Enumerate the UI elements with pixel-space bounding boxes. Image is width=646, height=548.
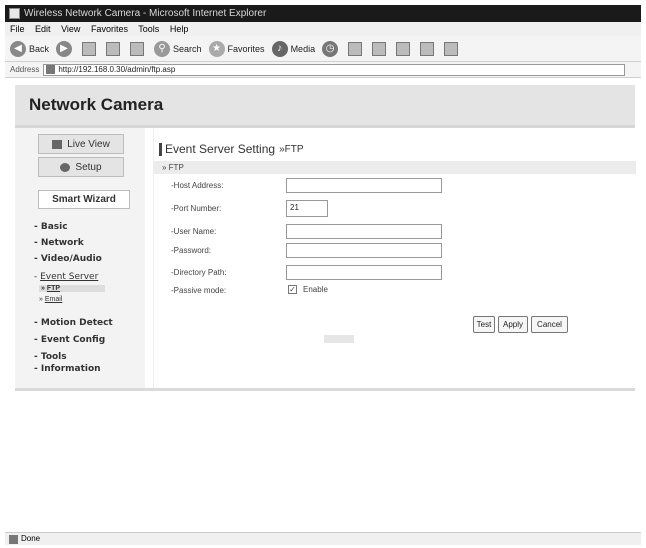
ie-icon — [9, 8, 20, 19]
refresh-button[interactable] — [106, 41, 123, 56]
menu-tools[interactable]: Tools — [138, 24, 159, 34]
page-status-icon — [9, 534, 18, 544]
status-bar: Done — [5, 532, 641, 545]
window-titlebar: Wireless Network Camera - Microsoft Inte… — [5, 5, 641, 22]
host-address-input[interactable] — [286, 178, 442, 193]
nav-basic[interactable]: - Basic — [34, 222, 68, 232]
media-icon: ♪ — [271, 40, 288, 57]
cancel-button[interactable]: Cancel — [531, 316, 568, 333]
status-text: Done — [21, 534, 41, 543]
content-bottom-divider — [15, 388, 635, 391]
mail-button[interactable] — [348, 41, 365, 56]
brand-title: Network Camera — [29, 95, 164, 114]
user-name-label: -User Name: — [171, 227, 217, 236]
passive-mode-label: -Passive mode: — [171, 286, 227, 295]
passive-enable-label: Enable — [303, 285, 328, 294]
discuss-button[interactable] — [420, 41, 437, 56]
nav-ftp[interactable]: » FTP — [39, 285, 105, 292]
home-button[interactable] — [130, 41, 147, 56]
search-button[interactable]: ⚲ Search — [154, 40, 202, 57]
directory-path-label: -Directory Path: — [171, 268, 227, 277]
address-url: http://192.168.0.30/admin/ftp.asp — [58, 64, 176, 74]
nav-network[interactable]: - Network — [34, 238, 84, 248]
port-number-label: -Port Number: — [171, 204, 222, 213]
messenger-icon — [444, 41, 459, 56]
menu-help[interactable]: Help — [170, 24, 189, 34]
address-bar: Address http://192.168.0.30/admin/ftp.as… — [5, 62, 641, 78]
menu-file[interactable]: File — [10, 24, 25, 34]
address-input[interactable]: http://192.168.0.30/admin/ftp.asp — [43, 63, 626, 76]
print-icon — [372, 41, 387, 56]
host-address-label: -Host Address: — [171, 181, 224, 190]
menu-edit[interactable]: Edit — [35, 24, 51, 34]
page-header: Network Camera — [15, 85, 635, 125]
menu-view[interactable]: View — [61, 24, 80, 34]
forward-arrow-icon: ▶ — [56, 40, 73, 57]
media-button[interactable]: ♪ Media — [271, 40, 315, 57]
page-icon — [46, 65, 56, 74]
address-label: Address — [10, 64, 40, 74]
checkbox-check-icon: ✓ — [288, 285, 297, 294]
password-label: -Password: — [171, 246, 212, 255]
nav-event-server[interactable]: - Event Server — [34, 272, 98, 282]
browser-toolbar: ◀ Back ▶ ⚲ Search ★ Favorites ♪ Media ◷ — [5, 36, 641, 62]
apply-button[interactable]: Apply — [498, 316, 528, 333]
edit-icon — [396, 41, 411, 56]
title-marker — [159, 142, 162, 156]
history-icon: ◷ — [322, 40, 339, 57]
live-view-button[interactable]: Live View — [38, 134, 124, 154]
port-number-input[interactable]: 21 — [286, 200, 328, 217]
print-button[interactable] — [372, 41, 389, 56]
history-button[interactable]: ◷ — [322, 40, 341, 57]
passive-mode-checkbox[interactable]: ✓ Enable — [288, 285, 328, 294]
ftp-section-header: » FTP — [154, 161, 636, 174]
star-icon: ★ — [208, 40, 225, 57]
directory-path-input[interactable] — [286, 265, 442, 280]
back-button[interactable]: ◀ Back — [10, 40, 49, 57]
user-name-input[interactable] — [286, 224, 442, 239]
search-icon: ⚲ — [154, 40, 171, 57]
stop-button[interactable] — [82, 41, 99, 56]
edit-button[interactable] — [396, 41, 413, 56]
back-arrow-icon: ◀ — [10, 40, 26, 57]
page-title: Event Server Setting »FTP — [159, 142, 304, 156]
password-input[interactable] — [286, 243, 442, 258]
sidebar: Live View Setup Smart Wizard - Basic - N… — [15, 128, 145, 388]
messenger-button[interactable] — [444, 41, 461, 56]
nav-tools[interactable]: - Tools — [34, 352, 67, 362]
stop-icon — [82, 41, 97, 56]
nav-email[interactable]: » Email — [39, 296, 62, 303]
nav-motion-detect[interactable]: - Motion Detect — [34, 318, 113, 328]
home-icon — [130, 41, 145, 56]
nav-video-audio[interactable]: - Video/Audio — [34, 254, 102, 264]
mail-icon — [348, 41, 363, 56]
menu-bar: File Edit View Favorites Tools Help — [5, 22, 641, 36]
main-content: Event Server Setting »FTP » FTP -Host Ad… — [153, 128, 636, 388]
decorative-chip — [324, 335, 354, 343]
menu-favorites[interactable]: Favorites — [91, 24, 128, 34]
nav-information[interactable]: - Information — [34, 364, 101, 374]
window-title: Wireless Network Camera - Microsoft Inte… — [24, 8, 267, 19]
favorites-button[interactable]: ★ Favorites — [208, 40, 265, 57]
discuss-icon — [420, 41, 435, 56]
forward-button[interactable]: ▶ — [56, 40, 75, 57]
nav-event-config[interactable]: - Event Config — [34, 335, 105, 345]
web-page: Network Camera Live View Setup Smart Wiz… — [5, 79, 641, 531]
refresh-icon — [106, 41, 121, 56]
test-button[interactable]: Test — [473, 316, 495, 333]
setup-button[interactable]: Setup — [38, 157, 124, 177]
camera-icon — [52, 139, 63, 149]
gear-icon — [60, 162, 71, 172]
smart-wizard-button[interactable]: Smart Wizard — [38, 190, 130, 209]
